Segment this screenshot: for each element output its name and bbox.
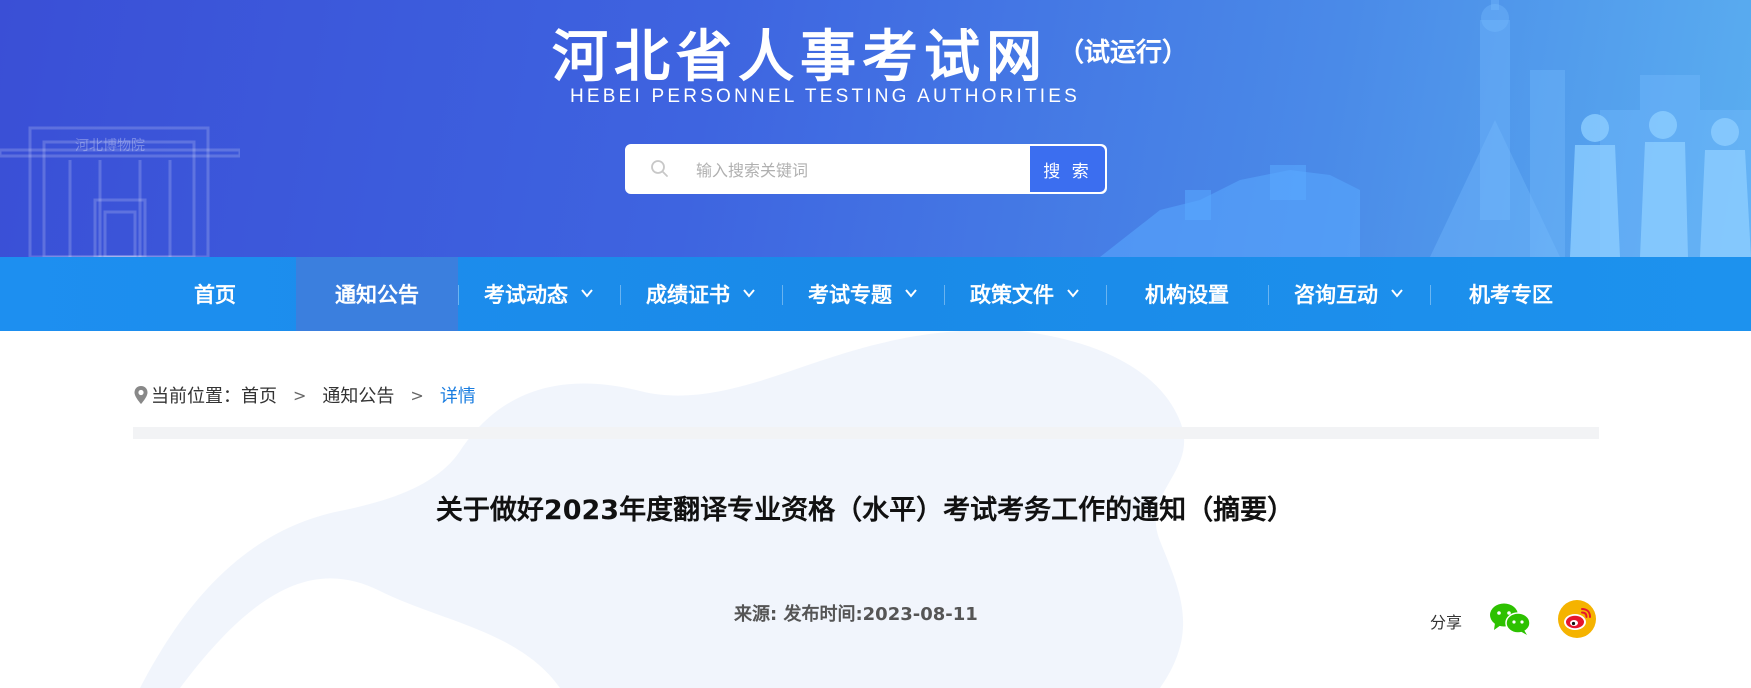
wechat-icon[interactable] [1489, 602, 1531, 636]
article-meta: 来源: 发布时间:2023-08-11 [734, 604, 978, 625]
main-nav: 首页 通知公告 考试动态 成绩证书 考试专题 政策文件 机构设置 咨询互动 机考… [0, 257, 1751, 331]
nav-item-label: 考试专题 [808, 283, 892, 307]
search-button[interactable]: 搜 索 [1029, 145, 1106, 193]
city-skyline-illustration [1100, 0, 1751, 257]
chevron-down-icon [1067, 289, 1079, 298]
nav-item-exam-news[interactable]: 考试动态 [458, 257, 620, 331]
search-input[interactable] [694, 153, 1028, 187]
nav-item-label: 首页 [194, 283, 236, 307]
nav-item-notices[interactable]: 通知公告 [296, 257, 458, 331]
breadcrumb-prefix: 当前位置： [151, 386, 241, 407]
chevron-down-icon [905, 289, 917, 298]
nav-item-label: 成绩证书 [646, 283, 730, 307]
share-label: 分享 [1430, 613, 1463, 632]
breadcrumb-notices-link[interactable]: 通知公告 [322, 382, 394, 408]
nav-item-exam-topics[interactable]: 考试专题 [782, 257, 944, 331]
search-icon [651, 160, 668, 177]
location-pin-icon [134, 386, 148, 404]
building-sign-text: 河北博物院 [75, 137, 145, 154]
chevron-down-icon [581, 289, 593, 298]
museum-building-illustration: 河北博物院 [0, 126, 240, 257]
nav-item-consultation[interactable]: 咨询互动 [1268, 257, 1430, 331]
breadcrumb-separator: > [293, 385, 307, 405]
nav-item-label: 考试动态 [484, 283, 568, 307]
site-title-suffix: （试运行） [1058, 38, 1189, 68]
site-title: 河北省人事考试网 [552, 25, 1048, 90]
nav-item-organization[interactable]: 机构设置 [1106, 257, 1268, 331]
weibo-icon[interactable] [1558, 600, 1596, 638]
nav-item-policy-documents[interactable]: 政策文件 [944, 257, 1106, 331]
search-box: 搜 索 [625, 144, 1107, 194]
section-divider [133, 427, 1599, 439]
nav-item-label: 通知公告 [335, 283, 419, 307]
nav-item-home[interactable]: 首页 [134, 257, 296, 331]
breadcrumb-current: 详情 [439, 386, 476, 407]
breadcrumb-home-link[interactable]: 首页 [241, 382, 277, 408]
nav-item-label: 机构设置 [1145, 283, 1229, 307]
breadcrumb: 当前位置： 首页 > 通知公告 > 详情 [133, 382, 476, 408]
header-banner: 河北博物院 河北省人事考试网 （试运行） HEBEI PERSONNEL TES… [0, 0, 1751, 257]
nav-item-label: 机考专区 [1469, 283, 1553, 307]
chevron-down-icon [743, 289, 755, 298]
nav-item-label: 咨询互动 [1294, 283, 1378, 307]
article-title: 关于做好2023年度翻译专业资格（水平）考试考务工作的通知（摘要） [435, 495, 1295, 526]
nav-item-scores-certificates[interactable]: 成绩证书 [620, 257, 782, 331]
chevron-down-icon [1391, 289, 1403, 298]
nav-item-label: 政策文件 [970, 283, 1054, 307]
nav-item-computer-exam[interactable]: 机考专区 [1430, 257, 1592, 331]
breadcrumb-separator: > [410, 385, 424, 405]
site-subtitle: HEBEI PERSONNEL TESTING AUTHORITIES [570, 86, 1081, 107]
